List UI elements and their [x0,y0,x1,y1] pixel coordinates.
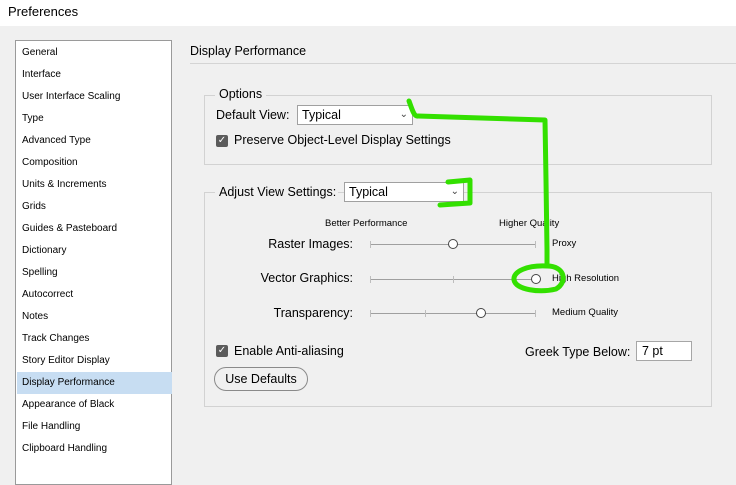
vector-graphics-label: Vector Graphics: [260,271,353,285]
adjust-view-label: Adjust View Settings: [215,185,339,199]
sidebar-item-dictionary[interactable]: Dictionary [17,240,172,262]
raster-images-label: Raster Images: [268,237,353,251]
transparency-value: Medium Quality [552,307,618,318]
sidebar-item-ui-scaling[interactable]: User Interface Scaling [17,86,172,108]
transparency-tick-1 [425,310,426,317]
greek-type-label: Greek Type Below: [525,345,631,359]
sidebar-item-units[interactable]: Units & Increments [17,174,172,196]
preserve-settings-checkbox[interactable]: ✓ [216,135,228,147]
transparency-label: Transparency: [273,306,353,320]
raster-tick-max [535,241,536,248]
sidebar-item-file-handling[interactable]: File Handling [17,416,172,438]
vector-graphics-value: High Resolution [552,273,620,284]
options-group [204,95,712,165]
sidebar-item-composition[interactable]: Composition [17,152,172,174]
sidebar-item-advanced-type[interactable]: Advanced Type [17,130,172,152]
sidebar-item-notes[interactable]: Notes [17,306,172,328]
vector-graphics-slider-thumb[interactable] [531,274,541,284]
sidebar-item-interface[interactable]: Interface [17,64,172,86]
raster-tick-min [370,241,371,248]
greek-type-input[interactable]: 7 pt [636,341,692,361]
sidebar-item-story-editor[interactable]: Story Editor Display [17,350,172,372]
sidebar-item-display-performance[interactable]: Display Performance [17,372,172,394]
transparency-tick-max [535,310,536,317]
transparency-track [370,313,536,314]
sidebar-item-spelling[interactable]: Spelling [17,262,172,284]
options-legend: Options [215,87,267,101]
raster-images-value: Proxy [552,238,577,249]
vector-tick-min [370,276,371,283]
anti-aliasing-label: Enable Anti-aliasing [234,344,344,358]
sidebar-item-track-changes[interactable]: Track Changes [17,328,172,350]
heading-divider [190,63,736,64]
adjust-view-dropdown[interactable]: Typical ⌄ [344,182,464,202]
sidebar-item-appearance-of-black[interactable]: Appearance of Black [17,394,172,416]
sidebar-item-clipboard-handling[interactable]: Clipboard Handling [17,438,172,460]
better-performance-label: Better Performance [325,218,408,229]
title-bar: Preferences [0,0,736,26]
vector-tick-mid [453,276,454,283]
preferences-sidebar: General Interface User Interface Scaling… [15,40,172,485]
default-view-label: Default View: [216,108,290,122]
anti-aliasing-checkbox[interactable]: ✓ [216,345,228,357]
sidebar-item-grids[interactable]: Grids [17,196,172,218]
chevron-down-icon: ⌄ [450,186,459,197]
preserve-settings-label: Preserve Object-Level Display Settings [234,133,451,147]
adjust-view-value: Typical [349,185,388,199]
sidebar-item-type[interactable]: Type [17,108,172,130]
raster-images-slider-thumb[interactable] [448,239,458,249]
window-title: Preferences [8,4,79,19]
chevron-down-icon: ⌄ [399,109,408,120]
page-title: Display Performance [190,44,307,58]
higher-quality-label: Higher Quality [499,218,560,229]
transparency-tick-min [370,310,371,317]
sidebar-item-guides[interactable]: Guides & Pasteboard [17,218,172,240]
use-defaults-button[interactable]: Use Defaults [214,367,308,391]
sidebar-item-general[interactable]: General [17,42,172,64]
default-view-value: Typical [302,108,341,122]
default-view-dropdown[interactable]: Typical ⌄ [297,105,413,125]
sidebar-item-autocorrect[interactable]: Autocorrect [17,284,172,306]
